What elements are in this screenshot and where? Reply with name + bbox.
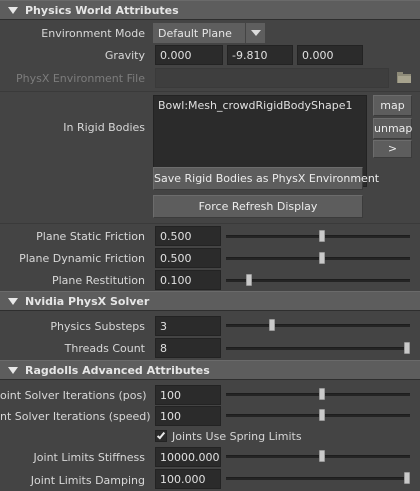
gravity-x-field[interactable]: 0.000 (155, 45, 223, 65)
joint-limits-damping-label: Joint Limits Damping (30, 474, 145, 487)
gravity-z-field[interactable]: 0.000 (297, 45, 363, 65)
joint-limits-stiffness-slider-handle[interactable] (318, 450, 325, 462)
more-button[interactable]: > (373, 140, 412, 158)
save-rigid-bodies-button[interactable]: Save Rigid Bodies as PhysX Environment (153, 167, 379, 190)
physics-substeps-label: Physics Substeps (50, 320, 145, 333)
threads-count-label: Threads Count (64, 342, 145, 355)
joints-use-spring-limits-checkbox[interactable] (155, 430, 167, 442)
in-rigid-bodies-label: In Rigid Bodies (63, 121, 145, 134)
environment-mode-dropdown[interactable]: Default Plane (153, 23, 245, 43)
joint-solver-iterations-pos-field[interactable]: 100 (155, 385, 221, 405)
section-physics-world[interactable]: Physics World Attributes (0, 0, 420, 20)
joint-solver-iterations-pos-label: oint Solver Iterations (pos) (0, 389, 147, 402)
joint-limits-damping-slider-handle[interactable] (404, 472, 410, 484)
plane-dynamic-friction-field[interactable]: 0.500 (155, 248, 221, 268)
environment-mode-label: Environment Mode (41, 27, 145, 40)
plane-static-friction-slider-handle[interactable] (318, 230, 325, 242)
unmap-button[interactable]: unmap (373, 118, 412, 139)
plane-restitution-field[interactable]: 0.100 (155, 270, 221, 290)
triangle-down-icon (8, 298, 18, 305)
checkmark-icon (156, 430, 166, 440)
plane-static-friction-label: Plane Static Friction (36, 230, 145, 243)
triangle-down-icon (8, 7, 18, 14)
plane-restitution-slider-track[interactable] (226, 279, 410, 282)
triangle-down-icon (8, 367, 18, 374)
section-ragdolls-advanced[interactable]: Ragdolls Advanced Attributes (0, 360, 420, 380)
physics-substeps-field[interactable]: 3 (155, 316, 221, 336)
physx-environment-file-label: PhysX Environment File (15, 72, 145, 85)
joint-solver-iterations-pos-slider-handle[interactable] (318, 388, 325, 400)
joint-limits-stiffness-label: Joint Limits Stiffness (33, 451, 145, 464)
plane-dynamic-friction-slider-handle[interactable] (318, 252, 325, 264)
joint-solver-iterations-speed-label: nt Solver Iterations (speed) (0, 410, 151, 423)
joint-solver-iterations-speed-slider-handle[interactable] (318, 409, 325, 421)
joint-solver-iterations-speed-field[interactable]: 100 (155, 406, 221, 426)
joint-limits-damping-field[interactable]: 100.000 (155, 469, 221, 489)
threads-count-slider-track[interactable] (226, 347, 410, 350)
divider (0, 91, 420, 92)
physics-substeps-slider-handle[interactable] (268, 319, 275, 331)
joint-limits-stiffness-field[interactable]: 10000.000 (155, 447, 221, 467)
plane-restitution-slider-handle[interactable] (245, 274, 252, 286)
joints-use-spring-limits-label[interactable]: Joints Use Spring Limits (172, 430, 302, 443)
section-title: Ragdolls Advanced Attributes (25, 364, 210, 377)
list-item[interactable]: Bowl:Mesh_crowdRigidBodyShape1 (158, 99, 362, 112)
plane-dynamic-friction-label: Plane Dynamic Friction (19, 252, 145, 265)
map-button[interactable]: map (373, 95, 412, 116)
physics-substeps-slider-track[interactable] (226, 324, 410, 327)
threads-count-slider-handle[interactable] (404, 342, 410, 354)
gravity-y-field[interactable]: -9.810 (227, 45, 293, 65)
section-physx-solver[interactable]: Nvidia PhysX Solver (0, 291, 420, 311)
gravity-label: Gravity (104, 49, 145, 62)
force-refresh-display-button[interactable]: Force Refresh Display (153, 195, 363, 218)
joint-limits-damping-slider-track[interactable] (226, 477, 410, 480)
physx-environment-file-field (155, 68, 389, 88)
plane-restitution-label: Plane Restitution (51, 274, 145, 287)
section-title: Nvidia PhysX Solver (25, 295, 150, 308)
divider (0, 223, 420, 224)
section-title: Physics World Attributes (25, 4, 179, 17)
threads-count-field[interactable]: 8 (155, 338, 221, 358)
plane-static-friction-field[interactable]: 0.500 (155, 226, 221, 246)
environment-mode-dropdown-arrow[interactable] (245, 23, 265, 43)
chevron-down-icon (251, 30, 261, 36)
folder-icon[interactable] (397, 72, 411, 83)
